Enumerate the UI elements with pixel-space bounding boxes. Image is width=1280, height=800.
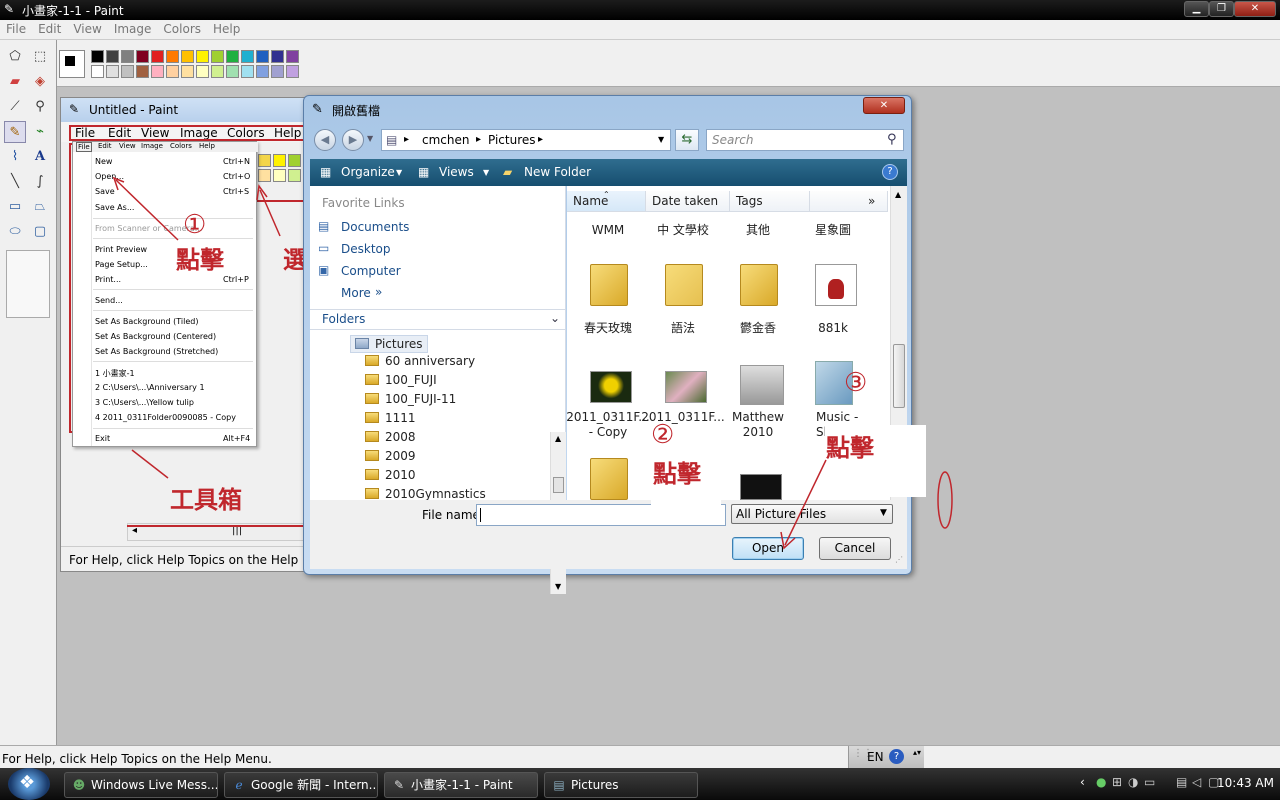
langbar-help-icon[interactable]: ?	[889, 749, 904, 764]
language-bar: ⋮⋮ EN ? ▴▾	[848, 746, 924, 768]
status-text: For Help, click Help Topics on the Help …	[2, 752, 272, 766]
langbar-options-icon[interactable]: ▴▾	[913, 748, 921, 757]
task-google-news[interactable]: ℯ Google 新聞 - Intern...	[224, 772, 378, 798]
tray-expand-icon[interactable]: ‹	[1080, 775, 1085, 789]
paint-icon: ✎	[393, 778, 405, 792]
tray-network-icon[interactable]: ⊞	[1112, 775, 1122, 789]
task-label: Google 新聞 - Intern...	[251, 778, 378, 792]
volume-icon[interactable]: ◁	[1192, 775, 1201, 789]
task-paint[interactable]: ✎ 小畫家-1-1 - Paint	[384, 772, 538, 798]
tray-device-icon[interactable]: ▭	[1144, 775, 1155, 789]
tray-app-icon[interactable]: ◑	[1128, 775, 1138, 789]
task-label: 小畫家-1-1 - Paint	[411, 778, 513, 792]
explorer-icon: ▤	[553, 778, 565, 792]
system-tray: ‹ ● ⊞ ◑ ▭ ▤ ◁ ▢ 10:43 AM	[1080, 772, 1280, 796]
windows-logo-icon: ❖	[19, 772, 36, 793]
annotation-arrows-top	[780, 459, 827, 550]
messenger-icon: ☻	[72, 778, 86, 792]
clock[interactable]: 10:43 AM	[1217, 776, 1274, 790]
tray-messenger-icon[interactable]: ●	[1096, 775, 1106, 789]
status-bar: For Help, click Help Topics on the Help …	[0, 745, 1280, 768]
tray-printer-icon[interactable]: ▤	[1176, 775, 1187, 789]
task-label: Pictures	[571, 778, 619, 792]
start-button[interactable]: ❖	[8, 768, 50, 800]
ie-icon: ℯ	[235, 778, 243, 792]
task-label: Windows Live Mess...	[91, 778, 218, 792]
task-windows-live[interactable]: ☻ Windows Live Mess...	[64, 772, 218, 798]
taskbar: ❖ ☻ Windows Live Mess... ℯ Google 新聞 - Int…	[0, 768, 1280, 800]
task-pictures[interactable]: ▤ Pictures	[544, 772, 698, 798]
language-indicator[interactable]: EN	[867, 750, 884, 764]
